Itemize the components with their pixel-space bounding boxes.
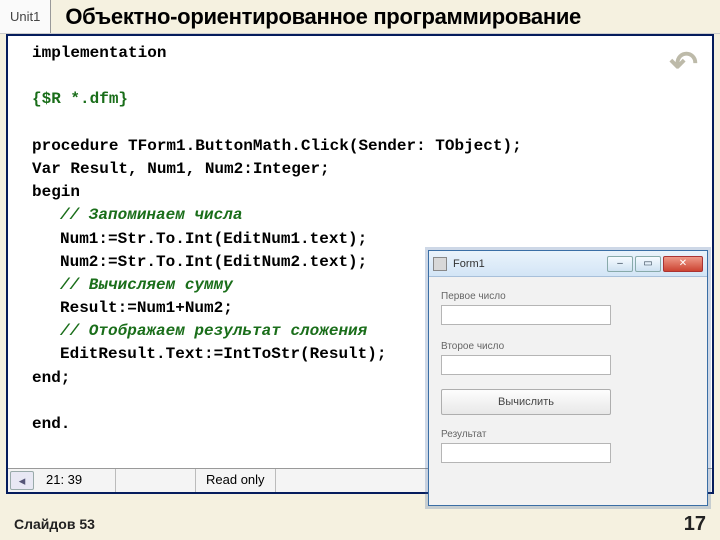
cursor-position: 21: 39: [36, 469, 116, 492]
form-window[interactable]: Form1 – ▭ ✕ Первое число Второе число Вы…: [428, 250, 708, 506]
form-body: Первое число Второе число Вычислить Резу…: [429, 277, 707, 471]
status-cell: [116, 469, 196, 492]
code-line: Num1:=Str.To.Int(EditNum1.text);: [32, 228, 702, 251]
footer: Слайдов 53 17: [0, 510, 720, 538]
slide-count: Слайдов 53: [14, 516, 95, 532]
code-line: begin: [32, 181, 702, 204]
label-first-number: Первое число: [441, 291, 695, 302]
label-second-number: Второе число: [441, 341, 695, 352]
maximize-button[interactable]: ▭: [635, 256, 661, 272]
input-result[interactable]: [441, 443, 611, 463]
code-line: {$R *.dfm}: [32, 88, 702, 111]
code-editor-frame: ↶ implementation {$R *.dfm} procedure TF…: [6, 34, 714, 494]
form-title: Form1: [453, 258, 607, 270]
code-line: procedure TForm1.ButtonMath.Click(Sender…: [32, 135, 702, 158]
readonly-indicator: Read only: [196, 469, 276, 492]
code-line: implementation: [32, 42, 702, 65]
minimize-button[interactable]: –: [607, 256, 633, 272]
close-button[interactable]: ✕: [663, 256, 703, 272]
header: Unit1 Объектно-ориентированное программи…: [0, 0, 720, 34]
code-line: // Запоминаем числа: [32, 204, 702, 227]
code-line: [32, 112, 702, 135]
form-titlebar[interactable]: Form1 – ▭ ✕: [429, 251, 707, 277]
input-first-number[interactable]: [441, 305, 611, 325]
page-title: Объектно-ориентированное программировани…: [51, 4, 720, 30]
input-second-number[interactable]: [441, 355, 611, 375]
code-line: [32, 65, 702, 88]
calculate-button[interactable]: Вычислить: [441, 389, 611, 415]
scroll-left-button[interactable]: ◂: [10, 471, 34, 490]
label-result: Результат: [441, 429, 695, 440]
file-tab-unit1[interactable]: Unit1: [0, 0, 51, 33]
form-icon: [433, 257, 447, 271]
page-number: 17: [684, 513, 706, 536]
code-line: Var Result, Num1, Num2:Integer;: [32, 158, 702, 181]
